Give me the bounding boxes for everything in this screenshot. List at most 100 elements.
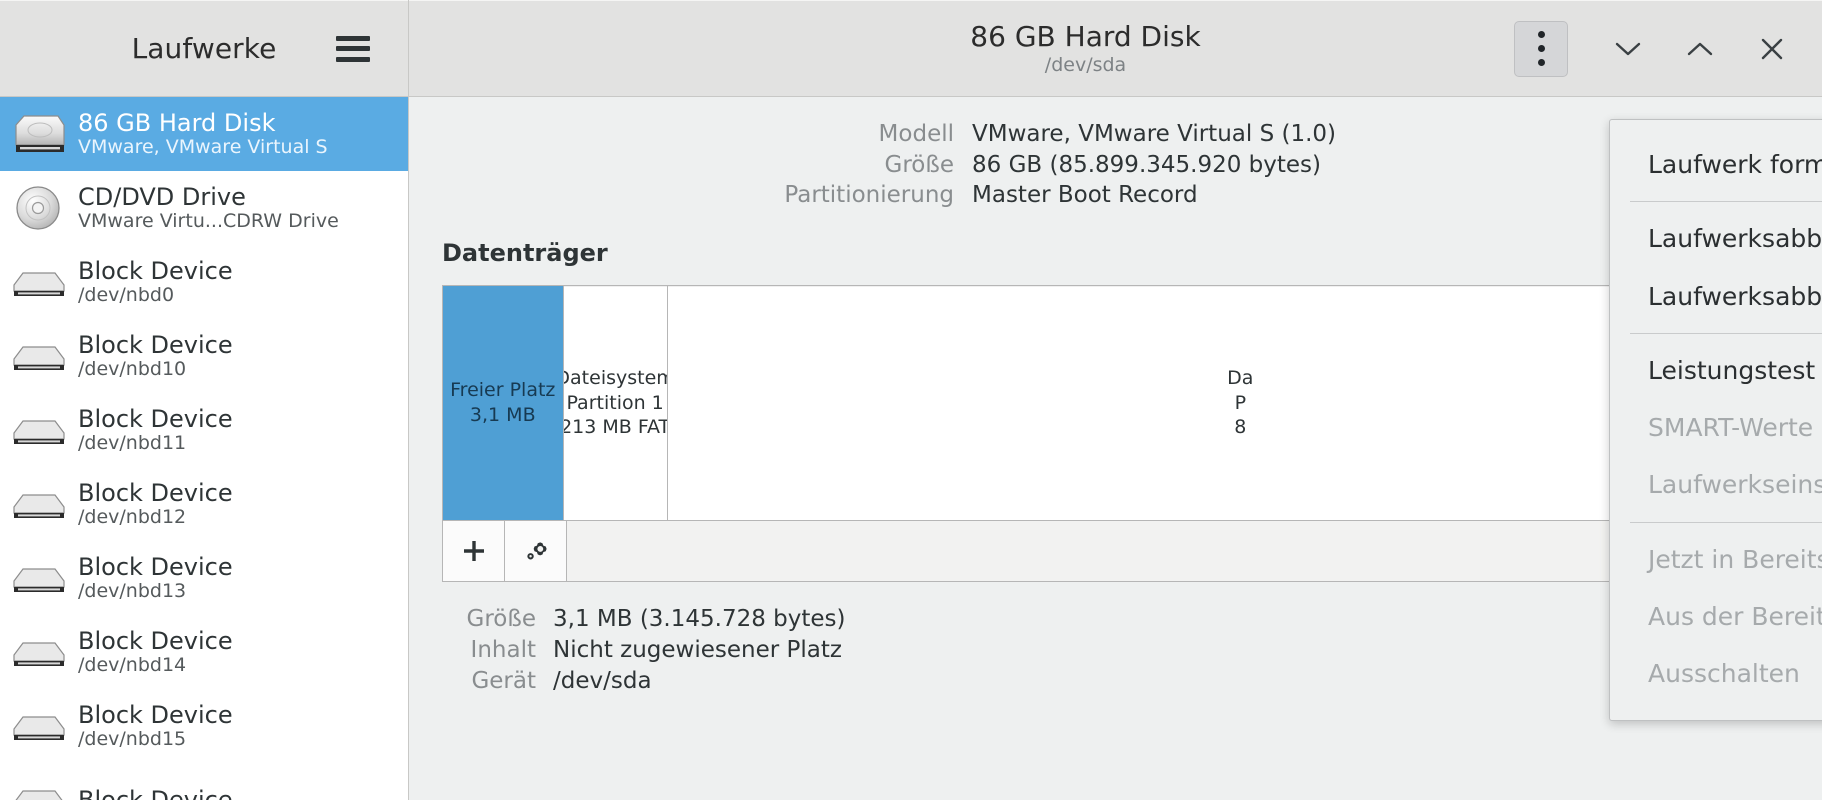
block-device-icon bbox=[10, 773, 68, 800]
add-partition-button[interactable] bbox=[443, 520, 505, 581]
drive-info-value: 86 GB (85.899.345.920 bytes) bbox=[972, 151, 1322, 178]
device-item-name: Block Device bbox=[78, 553, 233, 581]
device-list-item[interactable]: Block Device/dev/nbd14 bbox=[0, 615, 408, 689]
device-list[interactable]: 86 GB Hard Disk VMware, VMware Virtual S C… bbox=[0, 97, 408, 800]
partition-block[interactable]: DateisystemPartition 1213 MB FAT bbox=[563, 285, 668, 520]
device-item-text: Block Device/dev/nbd11 bbox=[78, 406, 233, 455]
partition-label-line: Da bbox=[1227, 367, 1254, 390]
drive-options-menu[interactable]: Laufwerk formatieren ... Laufwerksabbild … bbox=[1609, 119, 1822, 722]
block-device-icon bbox=[13, 494, 65, 518]
block-device-icon bbox=[13, 420, 65, 444]
block-device-icon bbox=[13, 346, 65, 370]
hamburger-bar bbox=[336, 46, 370, 51]
device-item-name: Block Device bbox=[78, 479, 233, 507]
partition-label-line: P bbox=[1234, 391, 1247, 414]
device-item-name: Block Device bbox=[78, 331, 233, 359]
kebab-menu-icon[interactable] bbox=[1514, 20, 1568, 77]
drive-info-label: Modell bbox=[878, 121, 954, 147]
device-item-name: Block Device bbox=[78, 257, 233, 285]
menu-item: SMART-Werte und Selbsttests ... bbox=[1648, 413, 1822, 442]
partition-free-space[interactable]: Freier Platz 3,1 MB bbox=[443, 285, 564, 520]
sidebar: Laufwerke 86 GB Hard Disk VMware, VMware … bbox=[0, 0, 409, 800]
partition-label-line: 8 bbox=[1234, 415, 1247, 438]
device-item-name: Block Device bbox=[78, 405, 233, 433]
device-item-name: Block Device bbox=[78, 787, 233, 800]
partition-label-line: 213 MB FAT bbox=[563, 415, 668, 438]
chevron-down-icon[interactable] bbox=[1592, 19, 1664, 79]
menu-item[interactable]: Laufwerk formatieren ... bbox=[1610, 136, 1822, 193]
device-item-name: 86 GB Hard Disk bbox=[78, 109, 276, 137]
block-device-icon bbox=[10, 625, 68, 679]
menu-item: Aus der Bereitschaft aufwachen bbox=[1648, 601, 1822, 631]
close-icon[interactable] bbox=[1736, 19, 1808, 79]
hamburger-bar bbox=[336, 56, 370, 62]
volume-detail-label: Größe bbox=[466, 605, 536, 632]
device-item-text: Block Device/dev/nbd13 bbox=[78, 554, 233, 603]
cd-dvd-icon bbox=[10, 181, 68, 235]
chevron-up-icon[interactable] bbox=[1664, 19, 1736, 79]
block-device-icon bbox=[10, 477, 68, 531]
volume-details-table: Größe 3,1 MB (3.145.728 bytes) Inhalt Nicht… bbox=[442, 604, 846, 698]
device-item-text: CD/DVD Drive VMware Virtu...CDRW Drive bbox=[78, 184, 339, 233]
device-item-subtitle: /dev/nbd11 bbox=[78, 431, 187, 454]
block-device-icon bbox=[15, 790, 63, 800]
block-device-icon bbox=[10, 403, 68, 457]
device-list-item[interactable]: Block Device/dev/nbd11 bbox=[0, 393, 408, 467]
device-list-item[interactable]: Block Device/dev/nbd13 bbox=[0, 541, 408, 615]
block-device-icon bbox=[13, 272, 65, 296]
volume-detail-value: 3,1 MB (3.145.728 bytes) bbox=[553, 605, 846, 632]
menu-item[interactable]: Laufwerksabbild wiederherstellen ... bbox=[1610, 268, 1822, 325]
main-panel: 86 GB Hard Disk /dev/sda Modell VMware, … bbox=[409, 0, 1822, 800]
device-item-text: Block Device bbox=[78, 787, 233, 800]
partition-settings-button[interactable] bbox=[505, 520, 567, 581]
hard-disk-icon bbox=[10, 107, 68, 161]
kebab-dot bbox=[1537, 59, 1545, 66]
menu-item: Laufwerkseinstellungen ... bbox=[1648, 470, 1822, 500]
device-list-item[interactable]: Block Device/dev/nbd0 bbox=[0, 245, 408, 319]
header-controls bbox=[1514, 19, 1822, 79]
block-device-icon bbox=[13, 716, 65, 740]
hamburger-icon[interactable] bbox=[336, 35, 370, 62]
volume-detail-value: Nicht zugewiesener Platz bbox=[553, 637, 842, 663]
device-item-subtitle: /dev/nbd0 bbox=[78, 283, 175, 306]
device-item-text: 86 GB Hard Disk VMware, VMware Virtual S bbox=[78, 110, 328, 159]
device-list-item[interactable]: CD/DVD Drive VMware Virtu...CDRW Drive bbox=[0, 171, 408, 245]
menu-separator bbox=[1630, 201, 1822, 203]
device-item-name: Block Device bbox=[78, 627, 233, 655]
sidebar-header: Laufwerke bbox=[0, 0, 408, 97]
drive-info-value: Master Boot Record bbox=[972, 182, 1198, 209]
menu-list: Laufwerk formatieren ... Laufwerksabbild … bbox=[1610, 136, 1822, 702]
device-item-subtitle: /dev/nbd10 bbox=[78, 357, 187, 380]
block-device-icon bbox=[13, 568, 65, 592]
cd-dvd-icon bbox=[16, 186, 60, 230]
sidebar-title: Laufwerke bbox=[131, 32, 277, 65]
device-item-subtitle: /dev/nbd12 bbox=[78, 505, 187, 528]
block-device-icon bbox=[10, 329, 68, 383]
volume-detail-value: /dev/sda bbox=[553, 668, 652, 695]
drive-info-label: Größe bbox=[884, 151, 954, 178]
kebab-dot bbox=[1537, 45, 1545, 52]
drive-info-label: Partitionierung bbox=[784, 182, 954, 209]
menu-item: Ausschalten bbox=[1648, 659, 1800, 688]
device-list-item[interactable]: Block Device/dev/nbd15 bbox=[0, 689, 408, 763]
drive-info-table: Modell VMware, VMware Virtual S (1.0) Größ… bbox=[754, 119, 1336, 211]
block-device-icon bbox=[10, 255, 68, 309]
block-device-icon bbox=[10, 551, 68, 605]
menu-item[interactable]: Leistungstest für Laufwerk ... bbox=[1610, 342, 1822, 399]
device-list-item[interactable]: Block Device bbox=[0, 763, 408, 800]
main-header: 86 GB Hard Disk /dev/sda bbox=[409, 0, 1822, 97]
hamburger-bar bbox=[336, 35, 370, 41]
hard-disk-icon bbox=[15, 115, 65, 152]
block-device-icon bbox=[10, 699, 68, 753]
kebab-dot bbox=[1537, 31, 1545, 38]
partition-label-line: 3,1 MB bbox=[469, 403, 536, 426]
device-item-text: Block Device/dev/nbd12 bbox=[78, 480, 233, 529]
partition-label-line: Dateisystem bbox=[564, 367, 667, 390]
partition-label-line: Partition 1 bbox=[566, 391, 664, 414]
menu-item[interactable]: Laufwerksabbild erzeugen ... bbox=[1610, 210, 1822, 267]
device-list-item[interactable]: Block Device/dev/nbd10 bbox=[0, 319, 408, 393]
device-list-item[interactable]: Block Device/dev/nbd12 bbox=[0, 467, 408, 541]
device-item-subtitle: VMware, VMware Virtual S bbox=[78, 135, 328, 158]
device-item-text: Block Device/dev/nbd14 bbox=[78, 628, 233, 677]
device-list-item[interactable]: 86 GB Hard Disk VMware, VMware Virtual S bbox=[0, 97, 408, 171]
